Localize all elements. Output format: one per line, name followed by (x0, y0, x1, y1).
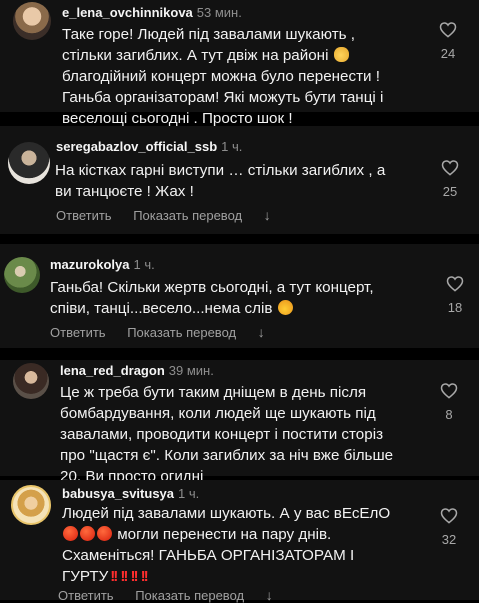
double-exclamation-icon: !! (140, 568, 149, 585)
heart-icon (446, 276, 464, 292)
comment-line: Людей під завалами шукають. А у вас вЕсЕ… (62, 505, 391, 522)
comment-line: ви танцюєте ! Жах ! (55, 183, 194, 200)
like-button[interactable]: 8 (434, 382, 464, 422)
comment-username[interactable]: seregabazlov_official_ssb 1 ч. (56, 139, 242, 154)
comment-line-with-emoji: могли перенести на пару днів. (62, 524, 390, 545)
comment-username[interactable]: babusya_svitusya 1 ч. (62, 486, 199, 501)
username-text[interactable]: lena_red_dragon (60, 363, 165, 378)
like-count: 8 (445, 407, 453, 422)
reply-button[interactable]: Ответить (56, 208, 112, 223)
comment-username[interactable]: e_lena_ovchinnikova 53 мин. (62, 5, 242, 20)
comment-actions: Ответить Показать перевод ↓ (50, 324, 283, 340)
comment-time: 39 мин. (168, 363, 214, 378)
comment-time: 1 ч. (221, 139, 243, 154)
angry-face-emoji-icon (97, 526, 112, 541)
angry-face-emoji-icon (80, 526, 95, 541)
comment-text: Людей під завалами шукають. А у вас вЕсЕ… (62, 503, 390, 587)
heart-icon (441, 160, 459, 176)
comment-text: На кістках гарні виступи … стільки загиб… (55, 160, 385, 202)
comment-card: babusya_svitusya 1 ч. Людей під завалами … (0, 480, 479, 603)
comment-text: Ганьба! Скільки жертв сьогодні, а тут ко… (50, 277, 374, 319)
username-text[interactable]: seregabazlov_official_ssb (56, 139, 217, 154)
heart-icon (439, 22, 457, 38)
comment-card: lena_red_dragon 39 мин. Це ж треба бути т… (0, 360, 479, 485)
angry-face-emoji-icon (63, 526, 78, 541)
comment-text: Це ж треба бути таким дніщем в день післ… (60, 382, 393, 487)
comment-line-with-emoji: ГУРТУ!!!!!!!! (62, 568, 149, 585)
comment-time: 53 мин. (196, 5, 242, 20)
comment-line: про "щастя є". Коли загиблих за ніч вже … (60, 447, 394, 464)
comment-line-with-emoji: співи, танці...весело...нема слів (50, 298, 374, 319)
comment-line: бомбардування, коли людей ще шукають під (60, 405, 376, 422)
like-button[interactable]: 25 (435, 159, 465, 199)
translate-button[interactable]: Показать перевод (127, 325, 236, 340)
comment-line: Схаменіться! ГАНЬБА ОРГАНІЗАТОРАМ І (62, 547, 355, 564)
comment-card: mazurokolya 1 ч. Ганьба! Скільки жертв сь… (0, 244, 479, 348)
avatar[interactable] (8, 142, 50, 184)
arrow-down-icon[interactable]: ↓ (258, 324, 265, 340)
heart-icon (440, 383, 458, 399)
comment-time: 1 ч. (178, 486, 200, 501)
like-button[interactable]: 24 (433, 21, 463, 61)
username-text[interactable]: mazurokolya (50, 257, 129, 272)
arrow-down-icon[interactable]: ↓ (264, 207, 271, 223)
translate-button[interactable]: Показать перевод (133, 208, 242, 223)
avatar[interactable] (13, 363, 49, 399)
exploding-head-emoji-icon (277, 300, 293, 315)
double-exclamation-icon: !! (120, 568, 128, 585)
comment-line: Ганьба організаторам! Які можуть бути та… (62, 89, 384, 106)
comments-screen: e_lena_ovchinnikova 53 мин. Таке горе! Лю… (0, 0, 479, 603)
double-exclamation-icon: !! (110, 568, 118, 585)
comment-line: завалами, проводити концерт і постити ст… (60, 426, 384, 443)
comment-time: 1 ч. (133, 257, 155, 272)
like-count: 24 (440, 46, 456, 61)
heart-icon (440, 508, 458, 524)
double-exclamation-icon: !! (130, 568, 139, 585)
avatar[interactable] (4, 257, 40, 293)
blond-woman-emoji-icon (333, 47, 349, 62)
username-text[interactable]: e_lena_ovchinnikova (62, 5, 193, 20)
like-count: 18 (447, 300, 463, 315)
comment-line-with-emoji: стільки загиблих. А тут двіж на районі (62, 45, 383, 66)
translate-button[interactable]: Показать перевод (135, 588, 244, 603)
reply-button[interactable]: Ответить (58, 588, 114, 603)
comment-card: e_lena_ovchinnikova 53 мин. Таке горе! Лю… (0, 0, 479, 127)
arrow-down-icon[interactable]: ↓ (266, 587, 273, 603)
comment-line: На кістках гарні виступи … стільки загиб… (55, 162, 386, 179)
like-button[interactable]: 18 (440, 275, 470, 315)
reply-button[interactable]: Ответить (50, 325, 106, 340)
comment-line: Це ж треба бути таким дніщем в день післ… (60, 384, 367, 401)
like-count: 25 (442, 184, 458, 199)
comment-actions: Ответить Показать перевод ↓ (58, 587, 291, 603)
like-count: 32 (441, 532, 457, 547)
comment-card: seregabazlov_official_ssb 1 ч. На кістках… (0, 126, 479, 234)
username-text[interactable]: babusya_svitusya (62, 486, 174, 501)
avatar[interactable] (11, 485, 51, 525)
comment-username[interactable]: mazurokolya 1 ч. (50, 257, 155, 272)
avatar[interactable] (13, 2, 51, 40)
comment-line: Ганьба! Скільки жертв сьогодні, а тут ко… (50, 279, 374, 296)
comment-actions: Ответить Показать перевод ↓ (56, 207, 289, 223)
like-button[interactable]: 32 (434, 507, 464, 547)
comment-text: Таке горе! Людей під завалами шукають , … (62, 24, 383, 129)
comment-line: благодійний концерт можна було перенести… (62, 68, 380, 85)
comment-line: Таке горе! Людей під завалами шукають , (62, 26, 355, 43)
comment-username[interactable]: lena_red_dragon 39 мин. (60, 363, 214, 378)
